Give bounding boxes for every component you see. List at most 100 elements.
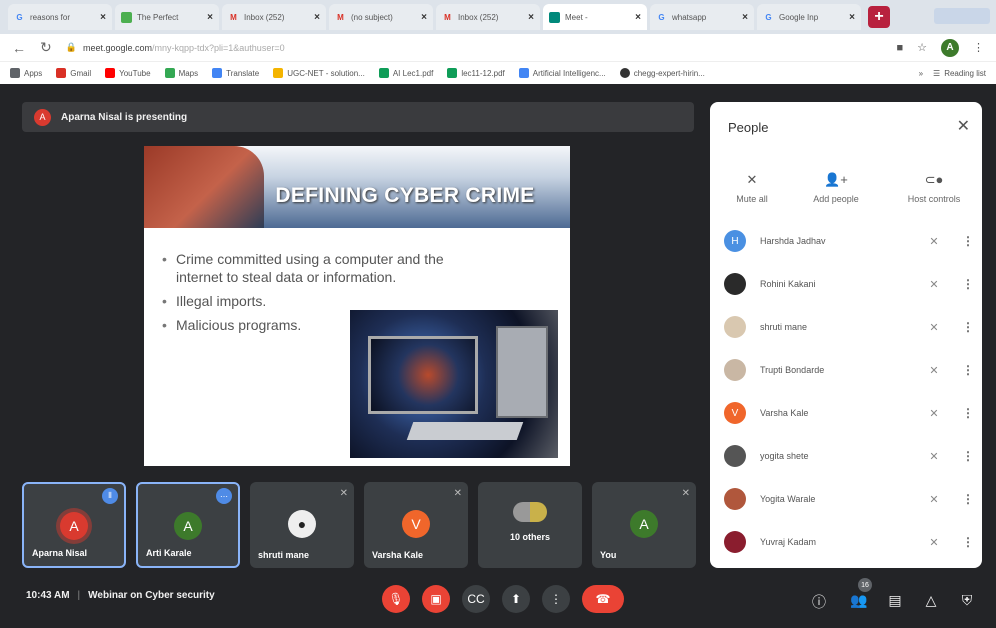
more-options-icon[interactable]: ⋮ (962, 320, 974, 334)
new-tab-button[interactable]: + (868, 6, 890, 28)
meet-area: A Aparna Nisal is presenting DEFINING CY… (0, 84, 996, 628)
participant-tile[interactable]: ✕ V Varsha Kale (364, 482, 468, 568)
bookmark-label: YouTube (119, 68, 151, 78)
participant-tile[interactable]: ⦀ A Aparna Nisal (22, 482, 126, 568)
participant-avatar: H (724, 230, 746, 252)
others-tile[interactable]: 10 others (478, 482, 582, 568)
apps-icon (10, 68, 20, 78)
more-options-icon[interactable]: ⋯ (216, 488, 232, 504)
bookmark-item[interactable]: YouTube (105, 68, 151, 78)
more-options-icon[interactable]: ⋮ (962, 406, 974, 420)
self-avatar: A (630, 510, 658, 538)
browser-tab[interactable]: M (no subject) × (329, 4, 433, 30)
participant-name: shruti mane (258, 550, 310, 560)
browser-tab[interactable]: Gwhatsapp × (650, 4, 754, 30)
presentation-slide: DEFINING CYBER CRIME Crime committed usi… (144, 146, 570, 466)
close-icon[interactable]: × (421, 12, 427, 23)
host-controls-icon[interactable]: ⛨ (958, 592, 976, 609)
star-icon[interactable]: ☆ (917, 41, 927, 54)
present-button[interactable]: ⬆ (502, 585, 530, 613)
participant-row[interactable]: shruti mane ✕ ⋮ (724, 312, 974, 342)
cyber-crime-image (350, 310, 558, 458)
leave-call-button[interactable]: ☎ (582, 585, 624, 613)
captions-icon: CC (467, 592, 485, 606)
browser-tab-active[interactable]: Meet - × (543, 4, 647, 30)
more-options-icon[interactable]: ⋮ (962, 277, 974, 291)
close-icon[interactable]: × (314, 12, 320, 23)
reading-list-button[interactable]: ☰ Reading list (933, 69, 986, 78)
bookmark-item[interactable]: chegg-expert-hirin... (619, 68, 705, 78)
add-people-button[interactable]: 👤+ Add people (796, 172, 876, 204)
participant-photo: ● (288, 510, 316, 538)
self-tile[interactable]: ✕ A You (592, 482, 696, 568)
host-controls-button[interactable]: ⊂● Host controls (894, 172, 974, 204)
bookmarks-overflow-button[interactable]: » (919, 69, 923, 78)
window-controls[interactable] (934, 8, 990, 24)
reload-icon[interactable]: ↻ (40, 39, 52, 56)
kebab-menu-icon[interactable]: ⋮ (973, 41, 984, 54)
mic-off-icon: ✕ (929, 407, 939, 420)
participant-row[interactable]: Yogita Warale ✕ ⋮ (724, 484, 974, 514)
info-icon[interactable]: ⓘ (810, 592, 828, 612)
more-options-icon[interactable]: ⋮ (962, 234, 974, 248)
mic-toggle-button[interactable]: 🎙 (382, 585, 410, 613)
bookmark-item[interactable]: Translate (212, 68, 259, 78)
participant-row[interactable]: Yuvraj Kadam ✕ ⋮ (724, 527, 974, 557)
participant-row[interactable]: V Varsha Kale ✕ ⋮ (724, 398, 974, 428)
browser-tab[interactable]: M Inbox (252) × (222, 4, 326, 30)
browser-tab[interactable]: M Inbox (252) × (436, 4, 540, 30)
participant-tile[interactable]: ⋯ A Arti Karale (136, 482, 240, 568)
toggle-icon: ⊂● (924, 172, 944, 187)
camera-icon[interactable]: ■ (896, 42, 903, 54)
participant-row[interactable]: Trupti Bondarde ✕ ⋮ (724, 355, 974, 385)
more-options-icon[interactable]: ⋮ (962, 492, 974, 506)
chat-icon[interactable]: ▤ (886, 592, 904, 609)
participant-row[interactable]: yogita shete ✕ ⋮ (724, 441, 974, 471)
participant-tile[interactable]: ✕ ● shruti mane (250, 482, 354, 568)
browser-tab[interactable]: The Perfect × (115, 4, 219, 30)
bookmark-item[interactable]: Artificial Intelligenc... (518, 68, 606, 78)
participant-name: Rohini Kakani (760, 279, 816, 289)
bookmark-item[interactable]: AI Lec1.pdf (378, 68, 433, 78)
close-icon[interactable]: × (207, 12, 213, 23)
bookmark-item[interactable]: lec11-12.pdf (447, 68, 505, 78)
people-icon[interactable]: 👥 (850, 592, 868, 609)
browser-tab[interactable]: G Google Inp × (757, 4, 861, 30)
bookmark-label: UGC-NET - solution... (287, 68, 365, 78)
bookmark-item[interactable]: UGC-NET - solution... (273, 68, 365, 78)
more-options-icon[interactable]: ⋮ (962, 535, 974, 549)
camera-toggle-button[interactable]: ▣ (422, 585, 450, 613)
close-icon[interactable]: × (742, 12, 748, 23)
action-label: Mute all (736, 194, 768, 204)
mic-off-icon: ✕ (453, 488, 462, 499)
bookmark-item[interactable]: Apps (10, 68, 42, 78)
close-icon[interactable]: × (635, 12, 641, 23)
close-icon[interactable]: × (849, 12, 855, 23)
youtube-icon (105, 68, 116, 78)
more-options-icon[interactable]: ⋮ (962, 363, 974, 377)
participant-row[interactable]: H Harshda Jadhav ✕ ⋮ (724, 226, 974, 256)
profile-avatar[interactable]: A (941, 38, 959, 57)
close-icon[interactable]: × (528, 12, 534, 23)
participant-photo (724, 531, 746, 553)
mic-off-icon: ✕ (929, 235, 939, 248)
more-options-icon[interactable]: ⋮ (962, 449, 974, 463)
folder-icon (273, 68, 284, 78)
kebab-menu-icon: ⋮ (550, 592, 562, 606)
mute-all-button[interactable]: ✕ Mute all (712, 172, 792, 204)
more-options-button[interactable]: ⋮ (542, 585, 570, 613)
bookmark-item[interactable]: Gmail (56, 68, 91, 78)
drive-icon (447, 68, 458, 78)
close-icon[interactable]: ✕ (957, 116, 970, 136)
close-icon[interactable]: × (100, 12, 106, 23)
participant-row[interactable]: Rohini Kakani ✕ ⋮ (724, 269, 974, 299)
browser-tab[interactable]: Greasons for × (8, 4, 112, 30)
monitor-graphic (368, 336, 478, 414)
activities-icon[interactable]: △ (922, 592, 940, 609)
google-icon: G (16, 12, 23, 22)
bookmark-item[interactable]: Maps (164, 68, 198, 78)
url-field[interactable]: 🔒 meet.google.com/mny-kqpp-tdx?pli=1&aut… (66, 42, 883, 53)
captions-button[interactable]: CC (462, 585, 490, 613)
back-arrow-icon[interactable]: ← (12, 40, 26, 56)
url-domain: meet.google.com (82, 42, 152, 53)
